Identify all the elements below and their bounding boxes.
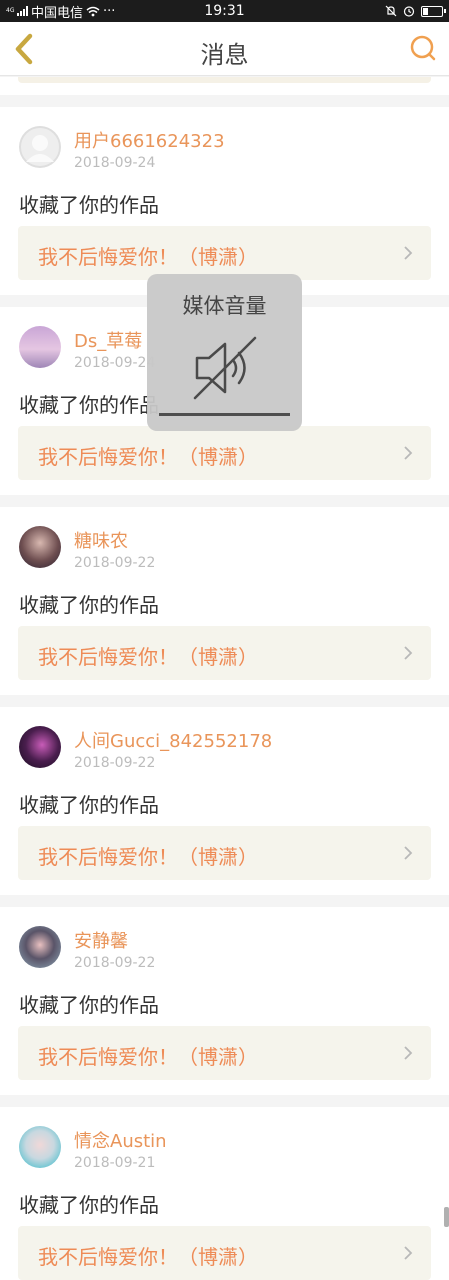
avatar[interactable] — [19, 1126, 61, 1168]
notification-action: 收藏了你的作品 — [19, 193, 159, 217]
signal-icon — [17, 6, 28, 16]
scrollbar[interactable] — [444, 1207, 449, 1227]
work-title: 我不后悔爱你！（博潇） — [38, 1245, 258, 1269]
network-type: 4G — [6, 7, 15, 14]
notification-date: 2018-09-24 — [74, 155, 156, 171]
chevron-right-icon — [404, 646, 413, 660]
wifi-icon — [86, 6, 100, 16]
username[interactable]: 安静馨 — [74, 927, 128, 953]
notification-date: 2018-09-21 — [74, 1155, 156, 1171]
username[interactable]: 用户6661624323 — [74, 127, 225, 153]
notification-card: 用户6661624323 2018-09-24 收藏了你的作品 我不后悔爱你！（… — [0, 107, 449, 295]
bell-muted-icon — [385, 5, 397, 17]
work-link[interactable]: 我不后悔爱你！（博潇） — [18, 626, 431, 680]
chevron-right-icon — [404, 1246, 413, 1260]
work-link[interactable]: 我不后悔爱你！（博潇） — [18, 1226, 431, 1280]
username[interactable]: 糖味农 — [74, 527, 128, 553]
avatar[interactable] — [19, 526, 61, 568]
work-link[interactable]: 我不后悔爱你！（博潇） — [18, 826, 431, 880]
work-title: 我不后悔爱你！（博潇） — [38, 1045, 258, 1069]
work-link[interactable]: 我不后悔爱你！（博潇） — [18, 426, 431, 480]
work-title: 我不后悔爱你！（博潇） — [38, 645, 258, 669]
notification-date: 2018-09-22 — [74, 555, 156, 571]
work-title: 我不后悔爱你！（博潇） — [38, 845, 258, 869]
notification-action: 收藏了你的作品 — [19, 793, 159, 817]
username[interactable]: 人间Gucci_842552178 — [74, 727, 272, 753]
volume-slider[interactable] — [159, 413, 290, 416]
notification-card: 安静馨 2018-09-22 收藏了你的作品 我不后悔爱你！（博潇） — [0, 907, 449, 1095]
notification-date: 2018-09-24 — [74, 355, 156, 371]
alarm-icon — [403, 6, 415, 17]
chevron-right-icon — [404, 246, 413, 260]
username[interactable]: 情念Austin — [74, 1127, 167, 1153]
volume-overlay: 媒体音量 — [147, 274, 302, 431]
previous-card-bottom — [0, 77, 449, 95]
notification-action: 收藏了你的作品 — [19, 993, 159, 1017]
notification-card: 人间Gucci_842552178 2018-09-22 收藏了你的作品 我不后… — [0, 707, 449, 895]
battery-icon — [421, 5, 446, 17]
avatar[interactable] — [19, 726, 61, 768]
notification-date: 2018-09-22 — [74, 955, 156, 971]
carrier-name: 中国电信 — [31, 5, 84, 21]
nav-header: 消息 — [0, 22, 449, 76]
avatar[interactable] — [19, 326, 61, 368]
search-icon[interactable] — [409, 34, 439, 64]
chevron-right-icon — [404, 446, 413, 460]
page-title: 消息 — [200, 41, 249, 69]
avatar[interactable] — [19, 926, 61, 968]
avatar[interactable] — [19, 126, 61, 168]
status-dots: ··· — [103, 3, 116, 19]
work-title: 我不后悔爱你！（博潇） — [38, 245, 258, 269]
work-link[interactable]: 我不后悔爱你！（博潇） — [18, 1026, 431, 1080]
work-link[interactable]: 我不后悔爱你！（博潇） — [18, 226, 431, 280]
work-title: 我不后悔爱你！（博潇） — [38, 445, 258, 469]
notification-action: 收藏了你的作品 — [19, 393, 159, 417]
speaker-muted-icon — [193, 336, 257, 400]
chevron-right-icon — [404, 1046, 413, 1060]
notification-date: 2018-09-22 — [74, 755, 156, 771]
status-bar: 4G 中国电信 ··· 19:31 — [0, 0, 449, 22]
chevron-right-icon — [404, 846, 413, 860]
username[interactable]: Ds_草莓 — [74, 327, 142, 353]
notification-card: 情念Austin 2018-09-21 收藏了你的作品 我不后悔爱你！（博潇） — [0, 1107, 449, 1280]
notification-action: 收藏了你的作品 — [19, 593, 159, 617]
volume-title: 媒体音量 — [182, 294, 267, 318]
notification-card: 糖味农 2018-09-22 收藏了你的作品 我不后悔爱你！（博潇） — [0, 507, 449, 695]
notification-action: 收藏了你的作品 — [19, 1193, 159, 1217]
